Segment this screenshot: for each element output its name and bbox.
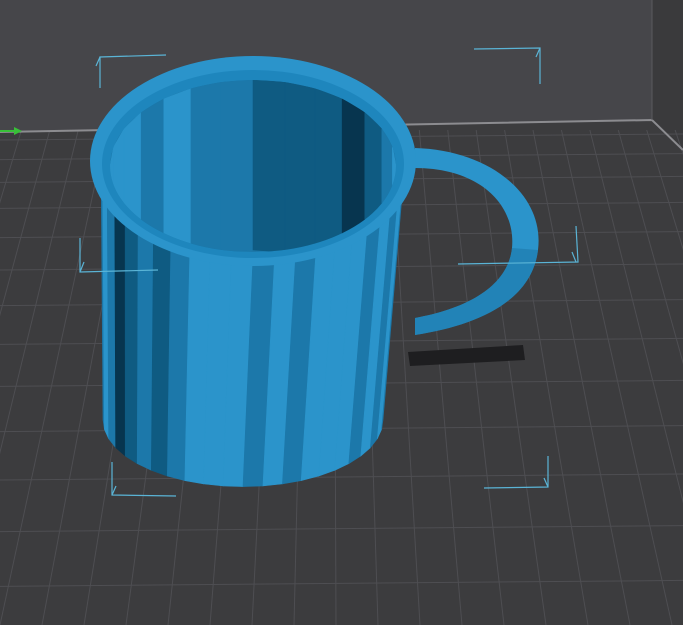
mug-body-facet [106, 186, 116, 449]
mug-interior-facet [252, 80, 286, 252]
scene-canvas[interactable] [0, 0, 683, 625]
mug-interior-facet [190, 81, 222, 252]
3d-viewport[interactable] [0, 0, 683, 625]
mug-body-facet [136, 223, 154, 471]
mug-body-facet [124, 212, 139, 465]
mug-body-facet [114, 200, 126, 457]
mug-interior-facet [220, 80, 254, 252]
mug-interior-facet [284, 81, 316, 252]
